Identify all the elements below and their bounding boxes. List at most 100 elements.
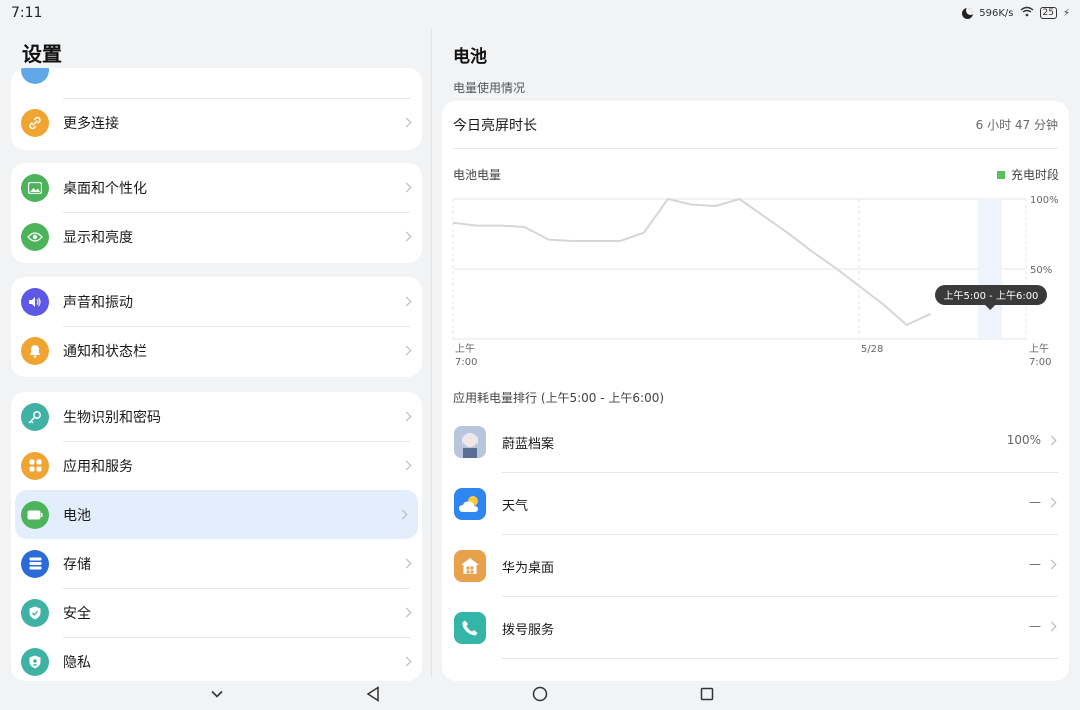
home-circle-icon[interactable] [530,684,550,704]
weather-icon [454,488,486,520]
chevron-right-icon [401,231,412,242]
legend-swatch [996,170,1005,179]
net-speed: 596K/s [979,7,1014,19]
battery-icon [21,500,49,529]
settings-item-display[interactable]: 显示和亮度 [11,212,422,261]
app-row-dialer[interactable]: 拨号服务 — [442,597,1069,659]
eye-icon [21,222,49,251]
app-usage-value: 100% [1006,433,1041,447]
chevron-right-icon [401,345,412,356]
settings-item-battery[interactable]: 电池 [15,490,418,539]
settings-group-display: 桌面和个性化 显示和亮度 [11,163,422,263]
x-tick-label: 上午 [455,342,475,355]
screen-on-label: 今日亮屏时长 [453,117,537,134]
chevron-right-icon [401,296,412,307]
shield-icon [21,598,49,627]
x-tick-label: 7:00 [455,357,477,368]
settings-item-label: 应用和服务 [63,458,133,475]
settings-item-apps[interactable]: 应用和服务 [11,441,422,490]
recents-icon[interactable] [697,684,717,704]
app-row-weather[interactable]: 天气 — [442,473,1069,535]
battery-level: 25 [1039,7,1057,19]
settings-item-label: 生物识别和密码 [63,409,161,426]
charging-bolt-icon: ⚡ [1062,7,1070,19]
key-icon [21,402,49,431]
settings-item-label: 安全 [63,605,91,622]
chart-legend: 充电时段 [996,166,1059,183]
settings-item-biometrics[interactable]: 生物识别和密码 [11,392,422,441]
settings-item-label: 更多连接 [63,115,119,132]
usage-section-label: 电量使用情况 [453,81,526,95]
settings-item-sound[interactable]: 声音和振动 [11,277,422,326]
settings-group-system: 生物识别和密码 应用和服务 电池 存储 安全 隐私 [11,392,422,681]
phone-icon [454,612,486,644]
chevron-right-icon [401,656,412,667]
chevron-right-icon [401,460,412,471]
storage-icon [21,549,49,578]
chevron-right-icon [401,558,412,569]
settings-item-label: 存储 [63,556,91,573]
link-icon [21,108,49,137]
app-usage-value: — [1029,619,1041,633]
screen-on-time-row: 今日亮屏时长 6 小时 47 分钟 [453,101,1058,149]
settings-item-security[interactable]: 安全 [11,588,422,637]
battery-usage-card: 今日亮屏时长 6 小时 47 分钟 电池电量 充电时段 100% 50% 上午 7:0… [442,101,1069,681]
app-name: 拨号服务 [502,623,555,638]
chevron-right-icon [1046,559,1057,570]
pane-divider [431,28,432,678]
y-tick-label: 100% [1030,195,1059,206]
screen-on-value: 6 小时 47 分钟 [975,118,1058,132]
app-name: 华为桌面 [502,561,555,576]
apps-icon [21,451,49,480]
chevron-right-icon [401,182,412,193]
bell-icon [21,336,49,365]
system-nav-bar [0,678,1080,710]
battery-level-chart[interactable]: 100% 50% 上午 7:00 5/28 上午 7:00 上午5:00 - 上午6:00 [442,189,1069,374]
app-row-blue-archive[interactable]: 蔚蓝档案 100% [442,411,1069,473]
status-time: 7:11 [11,5,43,21]
battery-page-title: 电池 [453,47,487,67]
chevron-right-icon [401,411,412,422]
settings-item-storage[interactable]: 存储 [11,539,422,588]
image-icon [21,173,49,202]
privacy-icon [21,647,49,676]
app-name: 蔚蓝档案 [502,437,555,452]
settings-item-label: 电池 [63,507,91,524]
chart-title: 电池电量 [453,168,502,182]
x-tick-label: 5/28 [861,344,883,355]
speaker-icon [21,287,49,316]
app-usage-value: — [1029,495,1041,509]
settings-title: 设置 [22,42,62,66]
settings-item-label: 显示和亮度 [63,229,133,246]
back-icon[interactable] [363,684,383,704]
legend-label: 充电时段 [1010,168,1059,182]
settings-item-label: 桌面和个性化 [63,180,147,197]
chevron-right-icon [397,509,408,520]
settings-item-privacy[interactable]: 隐私 [11,637,422,681]
settings-group-sound: 声音和振动 通知和状态栏 [11,277,422,377]
settings-item-clipped[interactable] [11,68,422,98]
status-bar: 7:11 596K/s 25 ⚡ [0,0,1080,28]
chevron-right-icon [1046,435,1057,446]
clipped-item-icon [21,68,49,84]
y-tick-label: 50% [1030,265,1052,276]
settings-item-notifications[interactable]: 通知和状态栏 [11,326,422,375]
settings-item-label: 通知和状态栏 [63,343,147,360]
chart-tooltip-text: 上午5:00 - 上午6:00 [944,289,1039,302]
chevron-down-icon[interactable] [207,684,227,704]
x-tick-label: 7:00 [1029,357,1051,368]
moon-icon [962,7,974,19]
app-name: 天气 [502,499,529,514]
chevron-right-icon [401,117,412,128]
settings-item-label: 声音和振动 [63,294,133,311]
settings-item-label: 隐私 [63,654,91,671]
chevron-right-icon [1046,621,1057,632]
game-avatar-icon [454,426,486,458]
app-row-huawei-home[interactable]: 华为桌面 — [442,535,1069,597]
chevron-right-icon [1046,497,1057,508]
settings-item-more-connections[interactable]: 更多连接 [11,98,422,147]
home-icon [454,550,486,582]
app-ranking-title: 应用耗电量排行 (上午5:00 - 上午6:00) [453,391,665,405]
settings-item-desktop[interactable]: 桌面和个性化 [11,163,422,212]
x-tick-label: 上午 [1029,342,1049,355]
